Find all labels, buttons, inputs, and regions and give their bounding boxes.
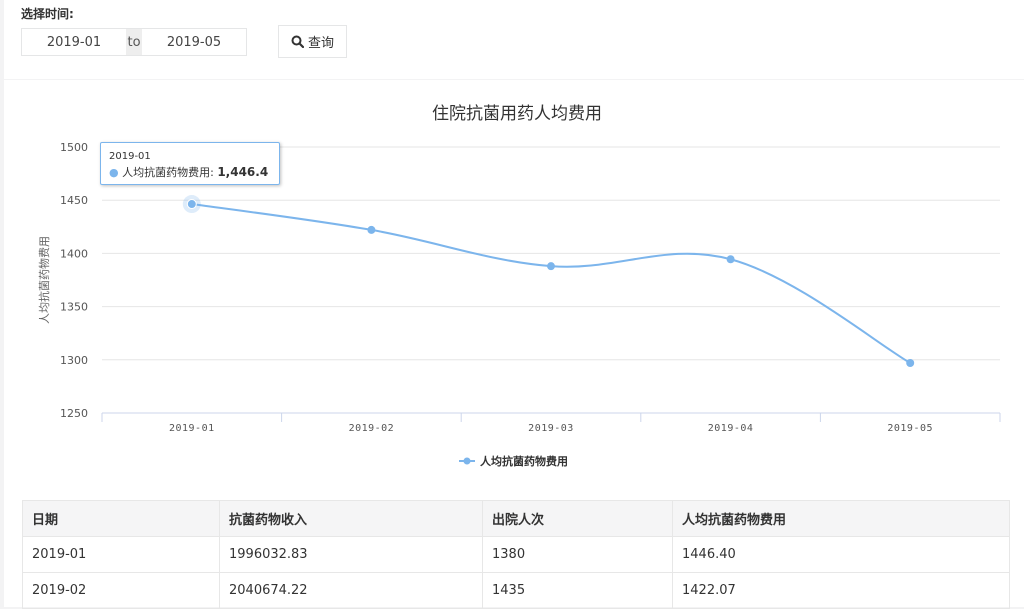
table-row: 2019-02 2040674.22 1435 1422.07 — [22, 572, 1010, 609]
table-header-avg-cost[interactable]: 人均抗菌药物费用 — [672, 500, 1010, 537]
table-row: 2019-01 1996032.83 1380 1446.40 — [22, 536, 1010, 573]
data-point[interactable] — [906, 358, 915, 367]
y-tick-label: 1450 — [60, 194, 88, 207]
chart-tooltip: 2019-01 ● 人均抗菌药物费用: 1,446.4 — [100, 142, 280, 185]
x-tick-label: 2019-01 — [169, 423, 215, 434]
tooltip-row: ● 人均抗菌药物费用: 1,446.4 — [109, 164, 271, 180]
table-header-income[interactable]: 抗菌药物收入 — [219, 500, 483, 537]
line-chart: 住院抗菌用药人均费用 人均抗菌药物费用 1250 1300 1350 1400 1450… — [37, 104, 1001, 468]
table-cell: 1996032.83 — [219, 536, 483, 573]
x-tick-label: 2019-02 — [349, 423, 395, 434]
data-table: 日期 抗菌药物收入 出院人次 人均抗菌药物费用 2019-01 1996032.… — [22, 500, 1010, 609]
tooltip-series-dot: ● — [109, 166, 119, 179]
y-tick-label: 1300 — [60, 354, 88, 367]
table-header-date[interactable]: 日期 — [22, 500, 220, 537]
y-tick-label: 1250 — [60, 407, 88, 420]
x-tick-label: 2019-04 — [708, 423, 754, 434]
y-tick-label: 1350 — [60, 301, 88, 314]
data-point[interactable] — [726, 255, 735, 264]
table-header-row: 日期 抗菌药物收入 出院人次 人均抗菌药物费用 — [22, 500, 1010, 537]
table-cell: 2019-01 — [22, 536, 220, 573]
data-point[interactable] — [186, 199, 197, 210]
data-point[interactable] — [367, 225, 376, 234]
table-cell: 1380 — [482, 536, 673, 573]
tooltip-value: 1,446.4 — [217, 165, 269, 179]
y-tick-label: 1400 — [60, 247, 88, 260]
table-header-discharges[interactable]: 出院人次 — [482, 500, 673, 537]
chart-title: 住院抗菌用药人均费用 — [432, 104, 602, 124]
series-line[interactable] — [191, 203, 911, 364]
table-cell: 2040674.22 — [219, 572, 483, 609]
legend-item-label[interactable]: 人均抗菌药物费用 — [480, 454, 568, 468]
legend-symbol-marker — [463, 457, 471, 465]
x-tick-label: 2019-05 — [887, 423, 933, 434]
data-point[interactable] — [547, 262, 555, 271]
tooltip-series-label: 人均抗菌药物费用: — [122, 166, 214, 179]
table-cell: 1446.40 — [672, 536, 1010, 573]
table-cell: 1422.07 — [672, 572, 1010, 609]
table-cell: 1435 — [482, 572, 673, 609]
y-tick-label: 1500 — [60, 141, 88, 154]
y-axis-label: 人均抗菌药物费用 — [37, 236, 51, 324]
tooltip-date: 2019-01 — [109, 151, 151, 162]
table-cell: 2019-02 — [22, 572, 220, 609]
x-tick-label: 2019-03 — [528, 423, 574, 434]
